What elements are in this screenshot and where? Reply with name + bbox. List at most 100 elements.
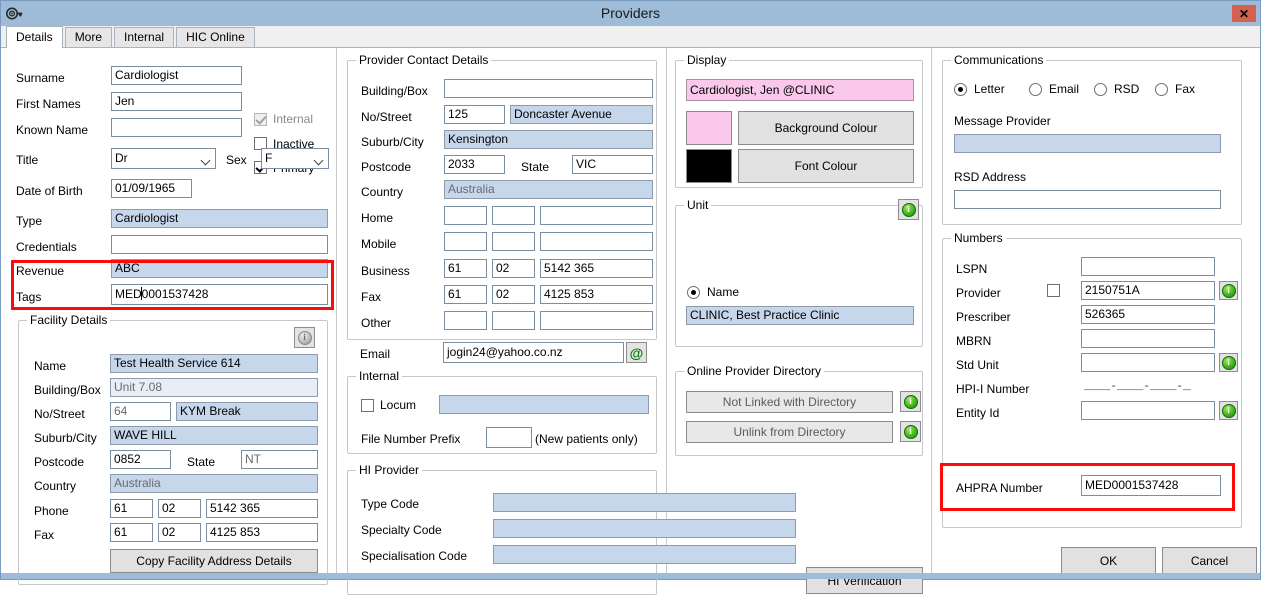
display-preview-field[interactable]: Cardiologist, Jen @CLINIC xyxy=(686,79,914,101)
comm-email-radio[interactable] xyxy=(1029,83,1042,96)
internal-checkbox[interactable] xyxy=(254,113,267,126)
contact-other-area[interactable] xyxy=(492,311,535,330)
locum-checkbox[interactable] xyxy=(361,399,374,412)
facility-building-field[interactable]: Unit 7.08 xyxy=(110,378,318,397)
hpii-number-input[interactable]: ____-____-____-____ xyxy=(1081,377,1191,396)
comm-rsd-radio[interactable] xyxy=(1094,83,1107,96)
tab-details[interactable]: Details xyxy=(6,26,63,48)
close-button[interactable]: ✕ xyxy=(1231,4,1257,23)
locum-label: Locum xyxy=(380,398,417,412)
contact-home-area[interactable] xyxy=(492,206,535,225)
facility-phone-label: Phone xyxy=(34,504,69,518)
facility-suburb-field[interactable]: WAVE HILL xyxy=(110,426,318,445)
facility-street-no-field[interactable]: 64 xyxy=(110,402,171,421)
title-select[interactable]: Dr xyxy=(111,148,216,169)
tab-more[interactable]: More xyxy=(64,27,113,47)
facility-phone-area[interactable]: 02 xyxy=(158,499,201,518)
facility-country-field[interactable]: Australia xyxy=(110,474,318,493)
internal-checkbox-label: Internal xyxy=(273,112,314,126)
facility-phone-number[interactable]: 5142 365 xyxy=(206,499,318,518)
facility-fax-area[interactable]: 02 xyxy=(158,523,201,542)
copy-facility-address-button[interactable]: Copy Facility Address Details xyxy=(110,549,318,573)
contact-postcode-input[interactable]: 2033 xyxy=(444,155,505,174)
std-unit-input[interactable] xyxy=(1081,353,1215,372)
facility-postcode-field[interactable]: 0852 xyxy=(110,450,171,469)
font-colour-swatch[interactable] xyxy=(686,149,732,183)
unlink-directory-button[interactable]: Unlink from Directory xyxy=(686,421,893,443)
provider-number-info-icon[interactable]: i xyxy=(1219,281,1238,300)
type-field[interactable]: Cardiologist xyxy=(111,209,328,228)
not-linked-directory-button[interactable]: Not Linked with Directory xyxy=(686,391,893,413)
ok-button[interactable]: OK xyxy=(1061,547,1156,574)
cancel-button[interactable]: Cancel xyxy=(1162,547,1257,574)
contact-business-number[interactable]: 5142 365 xyxy=(540,259,653,278)
contact-mobile-label: Mobile xyxy=(361,237,397,251)
contact-mobile-number[interactable] xyxy=(540,232,653,251)
contact-street-no-input[interactable]: 125 xyxy=(444,105,505,124)
directory-unlink-info-icon[interactable]: i xyxy=(900,421,921,442)
message-provider-field[interactable] xyxy=(954,134,1221,153)
locum-field[interactable] xyxy=(439,395,649,414)
comm-fax-radio[interactable] xyxy=(1155,83,1168,96)
contact-other-number[interactable] xyxy=(540,311,653,330)
tab-hic-online[interactable]: HIC Online xyxy=(176,27,255,47)
contact-country-field[interactable]: Australia xyxy=(444,180,653,199)
entity-id-input[interactable] xyxy=(1081,401,1215,420)
rsd-address-input[interactable] xyxy=(954,190,1221,209)
first-names-input[interactable]: Jen xyxy=(111,92,242,111)
tab-internal[interactable]: Internal xyxy=(114,27,175,47)
unit-info-icon[interactable]: i xyxy=(898,199,919,220)
file-number-prefix-input[interactable] xyxy=(486,427,532,448)
provider-key-icon xyxy=(1,1,27,26)
surname-input[interactable]: Cardiologist xyxy=(111,66,242,85)
contact-email-input[interactable]: jogin24@yahoo.co.nz xyxy=(443,342,624,363)
contact-home-country[interactable] xyxy=(444,206,487,225)
contact-mobile-area[interactable] xyxy=(492,232,535,251)
facility-phone-country[interactable]: 61 xyxy=(110,499,153,518)
facility-fax-number[interactable]: 4125 853 xyxy=(206,523,318,542)
contact-state-input[interactable]: VIC xyxy=(572,155,653,174)
contact-building-input[interactable] xyxy=(444,79,653,98)
lspn-input[interactable] xyxy=(1081,257,1215,276)
credentials-input[interactable] xyxy=(111,235,328,254)
comm-letter-label: Letter xyxy=(974,82,1005,96)
date-of-birth-input[interactable]: 01/09/1965 xyxy=(111,179,192,198)
sex-select[interactable]: F xyxy=(261,148,329,169)
std-unit-info-icon[interactable]: i xyxy=(1219,353,1238,372)
numbers-group-title: Numbers xyxy=(951,231,1006,245)
contact-other-country[interactable] xyxy=(444,311,487,330)
contact-mobile-country[interactable] xyxy=(444,232,487,251)
facility-fax-country[interactable]: 61 xyxy=(110,523,153,542)
provider-number-input[interactable]: 2150751A xyxy=(1081,281,1215,300)
facility-suburb-label: Suburb/City xyxy=(34,431,97,445)
background-colour-swatch[interactable] xyxy=(686,111,732,145)
contact-street-name-field[interactable]: Doncaster Avenue xyxy=(510,105,653,124)
mbrn-input[interactable] xyxy=(1081,329,1215,348)
unit-name-field[interactable]: CLINIC, Best Practice Clinic xyxy=(686,306,914,325)
tags-input[interactable]: MED0001537428 xyxy=(111,284,328,305)
contact-business-area[interactable]: 02 xyxy=(492,259,535,278)
facility-state-field[interactable]: NT xyxy=(241,450,318,469)
contact-suburb-field[interactable]: Kensington xyxy=(444,130,653,149)
directory-link-info-icon[interactable]: i xyxy=(900,391,921,412)
contact-fax-country[interactable]: 61 xyxy=(444,285,487,304)
prescriber-input[interactable]: 526365 xyxy=(1081,305,1215,324)
facility-name-field[interactable]: Test Health Service 614 xyxy=(110,354,318,373)
contact-business-country[interactable]: 61 xyxy=(444,259,487,278)
unit-group-title: Unit xyxy=(684,198,712,212)
ahpra-number-input[interactable]: MED0001537428 xyxy=(1081,475,1221,496)
entity-id-info-icon[interactable]: i xyxy=(1219,401,1238,420)
unit-name-radio[interactable] xyxy=(687,286,700,299)
at-sign-icon[interactable]: @ xyxy=(626,342,647,363)
revenue-field[interactable]: ABC xyxy=(111,259,328,278)
font-colour-button[interactable]: Font Colour xyxy=(738,149,914,183)
known-name-input[interactable] xyxy=(111,118,242,137)
facility-info-icon[interactable]: i xyxy=(294,327,315,348)
facility-street-name-field[interactable]: KYM Break xyxy=(176,402,318,421)
contact-home-number[interactable] xyxy=(540,206,653,225)
contact-fax-area[interactable]: 02 xyxy=(492,285,535,304)
contact-fax-number[interactable]: 4125 853 xyxy=(540,285,653,304)
background-colour-button[interactable]: Background Colour xyxy=(738,111,914,145)
comm-letter-radio[interactable] xyxy=(954,83,967,96)
provider-number-checkbox[interactable] xyxy=(1047,284,1060,297)
